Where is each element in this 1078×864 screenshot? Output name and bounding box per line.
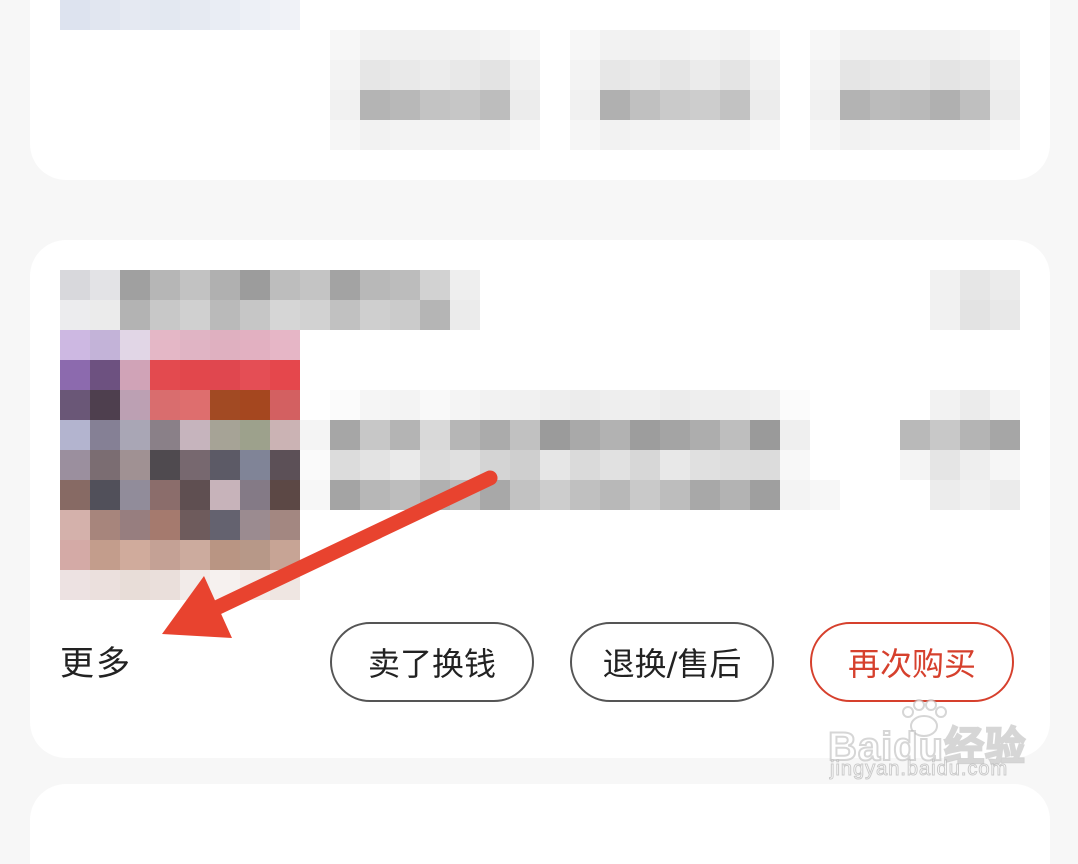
watermark-url: jingyan.baidu.com xyxy=(829,758,1009,781)
blurred-image-strip xyxy=(60,0,300,30)
blurred-button-2 xyxy=(570,30,780,150)
blurred-product-title xyxy=(300,390,840,510)
blurred-order-status xyxy=(930,270,1020,330)
return-after-sales-button[interactable]: 退换/售后 xyxy=(570,622,774,702)
next-order-card xyxy=(30,784,1050,864)
more-link[interactable]: 更多 xyxy=(60,636,132,685)
blurred-button-1 xyxy=(330,30,540,150)
blurred-shop-name xyxy=(60,270,480,330)
product-thumbnail[interactable] xyxy=(60,330,300,600)
blurred-button-3 xyxy=(810,30,1020,150)
sell-for-cash-button[interactable]: 卖了换钱 xyxy=(330,622,534,702)
blurred-price xyxy=(900,390,1020,510)
buy-again-button[interactable]: 再次购买 xyxy=(810,622,1014,702)
